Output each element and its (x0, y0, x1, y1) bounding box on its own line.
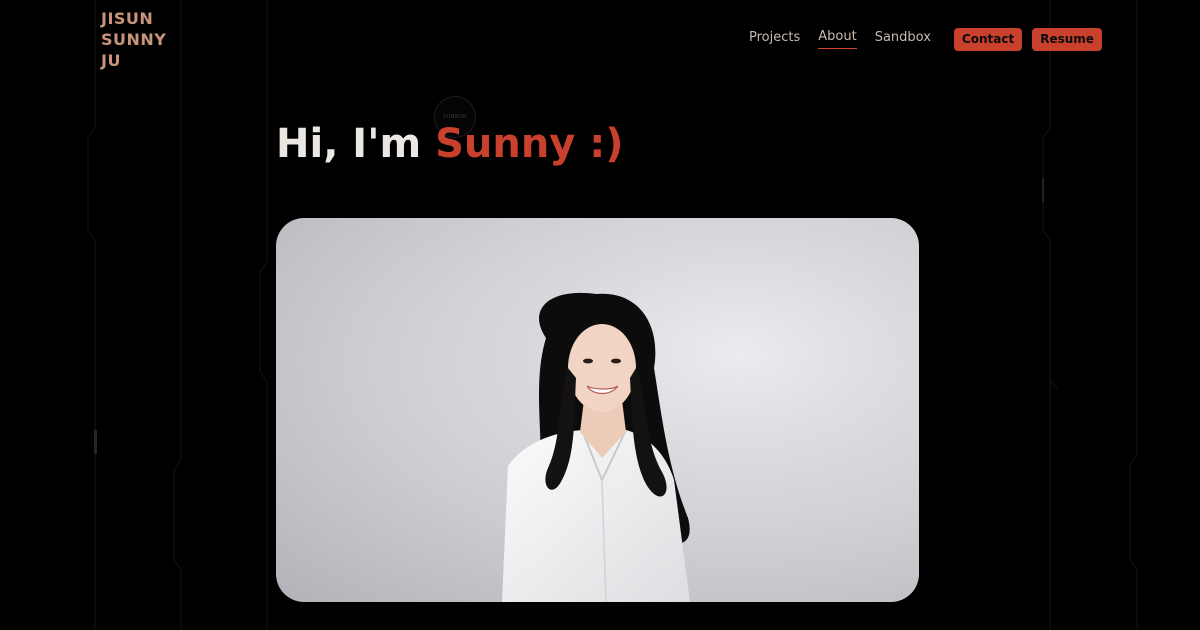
nav-link-sandbox[interactable]: Sandbox (875, 30, 931, 49)
nav-link-about[interactable]: About (818, 29, 857, 49)
hero-name: Sunny :) (435, 121, 624, 167)
hero-headline: Hi, I'm Sunny :) (276, 118, 624, 170)
resume-button[interactable]: Resume (1032, 27, 1102, 51)
logo-line-1: JISUN (101, 9, 154, 28)
portrait-illustration (276, 218, 919, 602)
main-nav: Projects About Sandbox Contact Resume (740, 27, 1102, 51)
contact-button[interactable]: Contact (953, 27, 1023, 51)
page: JISUN SUNNY JU Projects About Sandbox Co… (0, 0, 1200, 630)
logo-line-2: SUNNY (101, 30, 167, 49)
hero-greeting: Hi, I'm (276, 121, 422, 167)
site-logo[interactable]: JISUN SUNNY JU (101, 8, 191, 71)
profile-photo (276, 218, 919, 602)
logo-line-3: JU (101, 51, 121, 70)
nav-link-projects[interactable]: Projects (749, 30, 800, 49)
